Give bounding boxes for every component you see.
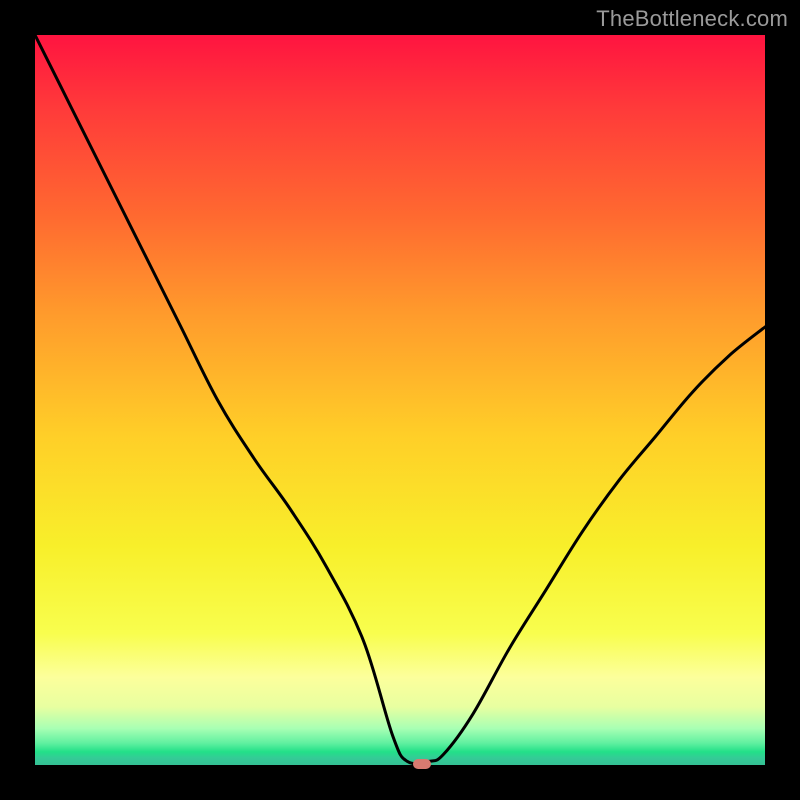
- optimal-point-marker: [413, 759, 431, 769]
- chart-plot-area: [35, 35, 765, 765]
- watermark-label: TheBottleneck.com: [596, 6, 788, 32]
- chart-frame: TheBottleneck.com: [0, 0, 800, 800]
- bottleneck-curve: [35, 35, 765, 765]
